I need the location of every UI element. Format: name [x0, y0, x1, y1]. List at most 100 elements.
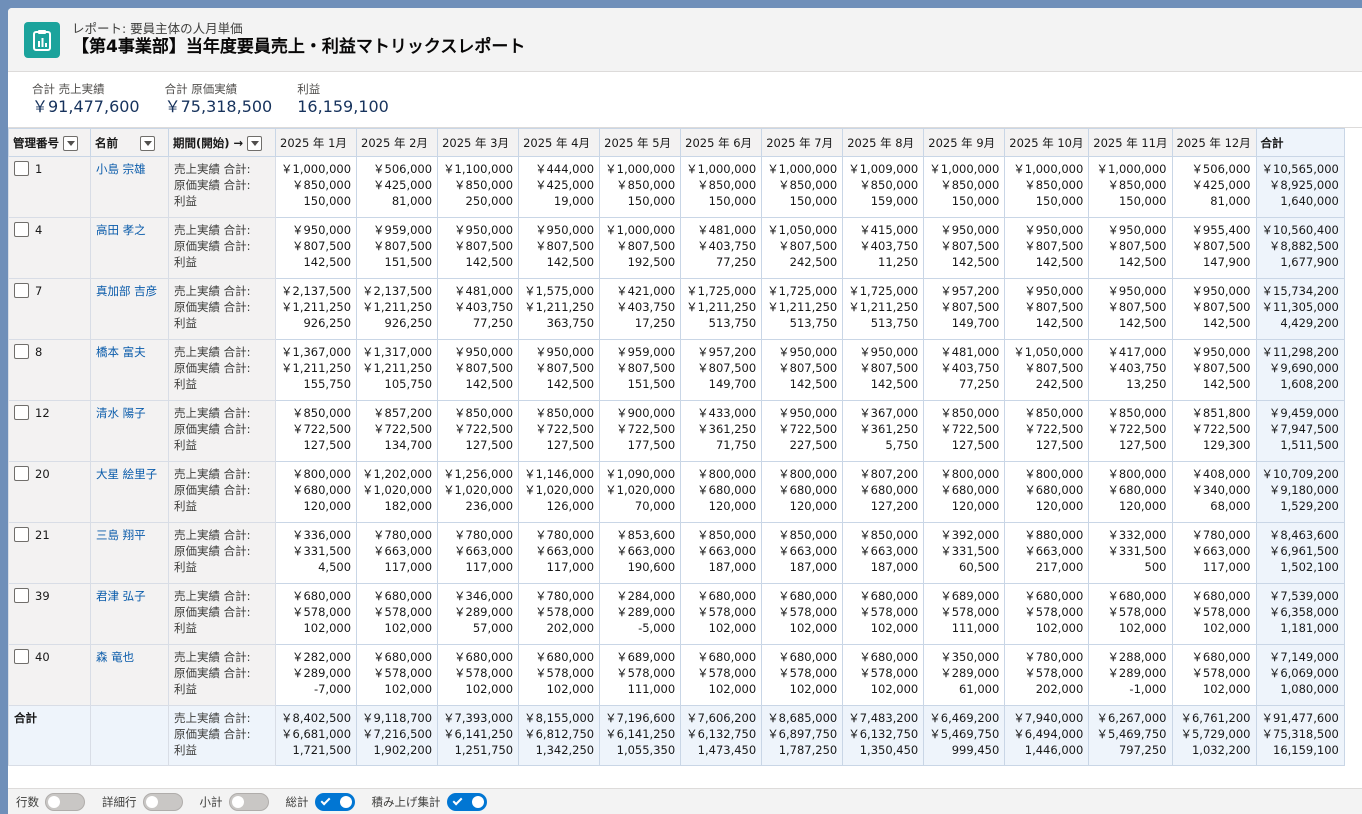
matrix-table-container[interactable]: 管理番号 名前 期間(開始) → 2025 年 1月 2025 年 2月 2025 …: [8, 128, 1362, 766]
col-header-month[interactable]: 2025 年 5月: [599, 128, 682, 157]
cell-value-sales: ￥680,000: [373, 650, 433, 664]
cell-value-profit: 71,750: [715, 438, 757, 452]
month-value-cell: ￥1,000,000 ￥850,000 150,000: [1088, 156, 1173, 218]
cell-value-profit: 102,000: [708, 682, 757, 696]
cell-value-cost: ￥1,211,250: [281, 361, 352, 375]
chevron-down-icon[interactable]: [140, 135, 155, 151]
col-header-total[interactable]: 合計: [1255, 128, 1345, 157]
row-name-link[interactable]: 大星 絵里子: [90, 461, 169, 523]
measure-label: 原価実績 合計:: [174, 605, 251, 619]
row-checkbox[interactable]: [14, 466, 29, 481]
cell-value-profit: 120,000: [1118, 499, 1167, 513]
month-value-cell: ￥900,000 ￥722,500 177,500: [599, 400, 682, 462]
cell-value-cost: ￥578,000: [1191, 666, 1251, 680]
month-value-cell: ￥417,000 ￥403,750 13,250: [1088, 339, 1173, 401]
cell-value-cost: ￥850,000: [697, 178, 757, 192]
table-row: 40 森 竜也 売上実績 合計: 原価実績 合計: 利益 ￥282,000 ￥289,000…: [8, 644, 1345, 706]
toggle-switch[interactable]: [314, 792, 355, 811]
cell-value-sales: ￥680,000: [697, 650, 757, 664]
row-checkbox[interactable]: [14, 283, 29, 298]
month-value-cell: ￥850,000 ￥722,500 127,500: [518, 400, 601, 462]
col-header-month[interactable]: 2025 年 6月: [680, 128, 763, 157]
month-value-cell: ￥1,256,000 ￥1,020,000 236,000: [437, 461, 520, 523]
col-header-id[interactable]: 管理番号: [8, 128, 91, 157]
row-checkbox[interactable]: [14, 588, 29, 603]
measure-label: 売上実績 合計:: [174, 223, 251, 237]
month-value-cell: ￥955,400 ￥807,500 147,900: [1171, 217, 1257, 279]
col-header-month[interactable]: 2025 年 1月: [274, 128, 358, 157]
month-value-cell: ￥680,000 ￥578,000 102,000: [842, 644, 925, 706]
row-name-link[interactable]: 三島 翔平: [90, 522, 169, 584]
cell-value-cost: ￥722,500: [373, 422, 433, 436]
cell-value-cost: ￥403,750: [616, 300, 676, 314]
cell-value-sales: ￥367,000: [859, 406, 919, 420]
col-header-name[interactable]: 名前: [90, 128, 169, 157]
col-header-month[interactable]: 2025 年 12月: [1171, 128, 1257, 157]
row-checkbox[interactable]: [14, 161, 29, 176]
row-total-cell: ￥9,459,000 ￥7,947,500 1,511,500: [1255, 400, 1345, 462]
cell-value-cost: ￥289,000: [616, 605, 676, 619]
cell-value-profit: 127,500: [465, 438, 514, 452]
cell-value-cost: ￥1,211,250: [767, 300, 838, 314]
cell-value-sales: ￥680,000: [778, 589, 838, 603]
cell-value-cost: ￥807,500: [940, 300, 1000, 314]
cell-value-sales: ￥680,000: [1191, 589, 1251, 603]
row-total-value: ￥15,734,200: [1261, 284, 1339, 298]
col-header-month[interactable]: 2025 年 3月: [437, 128, 520, 157]
row-checkbox[interactable]: [14, 527, 29, 542]
row-checkbox[interactable]: [14, 649, 29, 664]
month-value-cell: ￥1,090,000 ￥1,020,000 70,000: [599, 461, 682, 523]
toggle-switch[interactable]: [446, 792, 487, 811]
row-total-value: ￥10,565,000: [1261, 162, 1339, 176]
row-name-link[interactable]: 真加部 吉彦: [90, 278, 169, 340]
cell-value-sales: ￥421,000: [616, 284, 676, 298]
cell-value-sales: ￥2,137,500: [281, 284, 352, 298]
row-checkbox[interactable]: [14, 344, 29, 359]
row-name-link[interactable]: 森 竜也: [90, 644, 169, 706]
col-header-month[interactable]: 2025 年 8月: [842, 128, 925, 157]
col-header-month[interactable]: 2025 年 2月: [356, 128, 439, 157]
col-header-month[interactable]: 2025 年 10月: [1004, 128, 1090, 157]
row-name-link[interactable]: 橋本 富夫: [90, 339, 169, 401]
cell-value-sales: ￥506,000: [373, 162, 433, 176]
row-total-value: ￥8,463,600: [1268, 528, 1339, 542]
cell-value-cost: ￥680,000: [1107, 483, 1167, 497]
col-header-month[interactable]: 2025 年 4月: [518, 128, 601, 157]
col-header-month[interactable]: 2025 年 11月: [1088, 128, 1173, 157]
month-value-cell: ￥950,000 ￥807,500 142,500: [1088, 278, 1173, 340]
row-name-link[interactable]: 君津 弘子: [90, 583, 169, 645]
row-checkbox[interactable]: [14, 222, 29, 237]
month-value-cell: ￥408,000 ￥340,000 68,000: [1171, 461, 1257, 523]
chevron-down-icon[interactable]: [247, 135, 263, 151]
summary-sales-label: 合計 売上実績: [32, 82, 105, 96]
row-checkbox[interactable]: [14, 405, 29, 420]
toggle-switch[interactable]: [45, 792, 85, 811]
col-header-period[interactable]: 期間(開始) →: [168, 128, 276, 157]
cell-value-profit: 111,000: [627, 682, 676, 696]
row-total-value: ￥6,358,000: [1268, 605, 1339, 619]
toggle-label: 行数: [16, 794, 39, 809]
row-name-link[interactable]: 小島 宗雄: [90, 156, 169, 218]
month-value-cell: ￥1,000,000 ￥850,000 150,000: [680, 156, 763, 218]
toggle-switch[interactable]: [142, 792, 183, 811]
cell-value-profit: 142,500: [465, 377, 514, 391]
cell-value-profit: 202,000: [1035, 682, 1084, 696]
row-name-link[interactable]: 清水 陽子: [90, 400, 169, 462]
toggle-switch[interactable]: [228, 792, 269, 811]
cell-value-profit: 142,500: [870, 377, 919, 391]
cell-value-profit: 242,500: [1035, 377, 1084, 391]
month-value-cell: ￥800,000 ￥680,000 120,000: [761, 461, 844, 523]
cell-value-profit: 142,500: [303, 255, 352, 269]
chevron-down-icon[interactable]: [63, 135, 78, 151]
cell-value-profit: 102,000: [1035, 621, 1084, 635]
cell-value-cost: ￥663,000: [697, 544, 757, 558]
month-value-cell: ￥284,000 ￥289,000 -5,000: [599, 583, 682, 645]
cell-value-profit: 102,000: [789, 621, 838, 635]
cell-value-profit: 142,500: [1035, 316, 1084, 330]
cell-value-cost: ￥578,000: [373, 666, 433, 680]
cell-value-profit: 142,500: [1035, 255, 1084, 269]
col-header-month[interactable]: 2025 年 7月: [761, 128, 844, 157]
row-name-link[interactable]: 高田 孝之: [90, 217, 169, 279]
row-total-value: 4,429,200: [1280, 316, 1339, 330]
col-header-month[interactable]: 2025 年 9月: [923, 128, 1006, 157]
